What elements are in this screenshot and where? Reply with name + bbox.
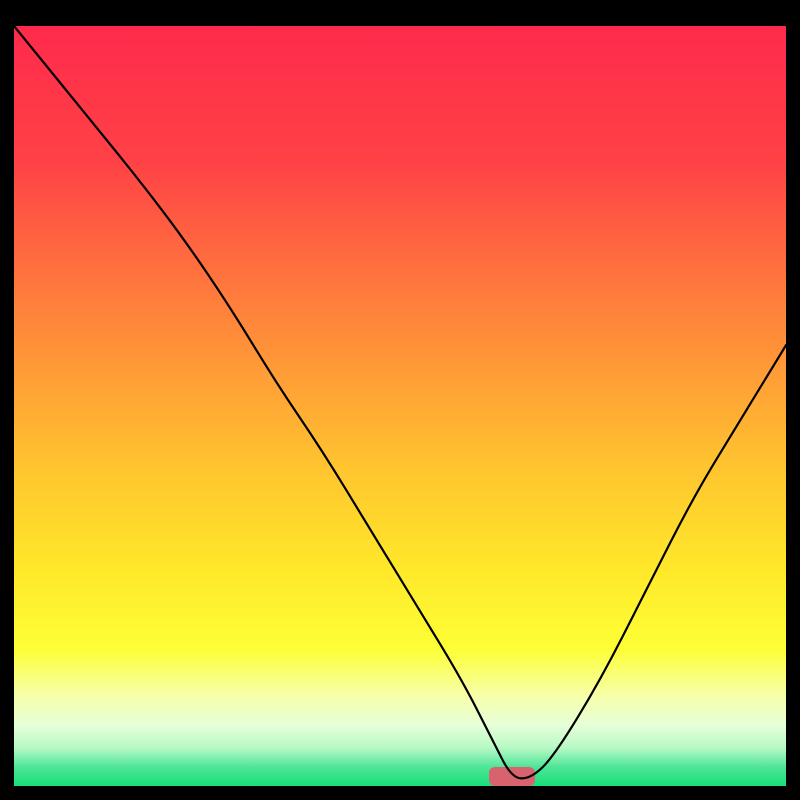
frame-border-bottom bbox=[0, 786, 800, 800]
chart-canvas: TheBottleneck.com bbox=[0, 0, 800, 800]
frame-border-right bbox=[786, 0, 800, 800]
curve-svg bbox=[14, 26, 786, 786]
plot-area bbox=[14, 26, 786, 786]
frame-border-left bbox=[0, 0, 14, 800]
frame-border-top bbox=[0, 0, 800, 26]
bottleneck-curve bbox=[14, 26, 786, 778]
